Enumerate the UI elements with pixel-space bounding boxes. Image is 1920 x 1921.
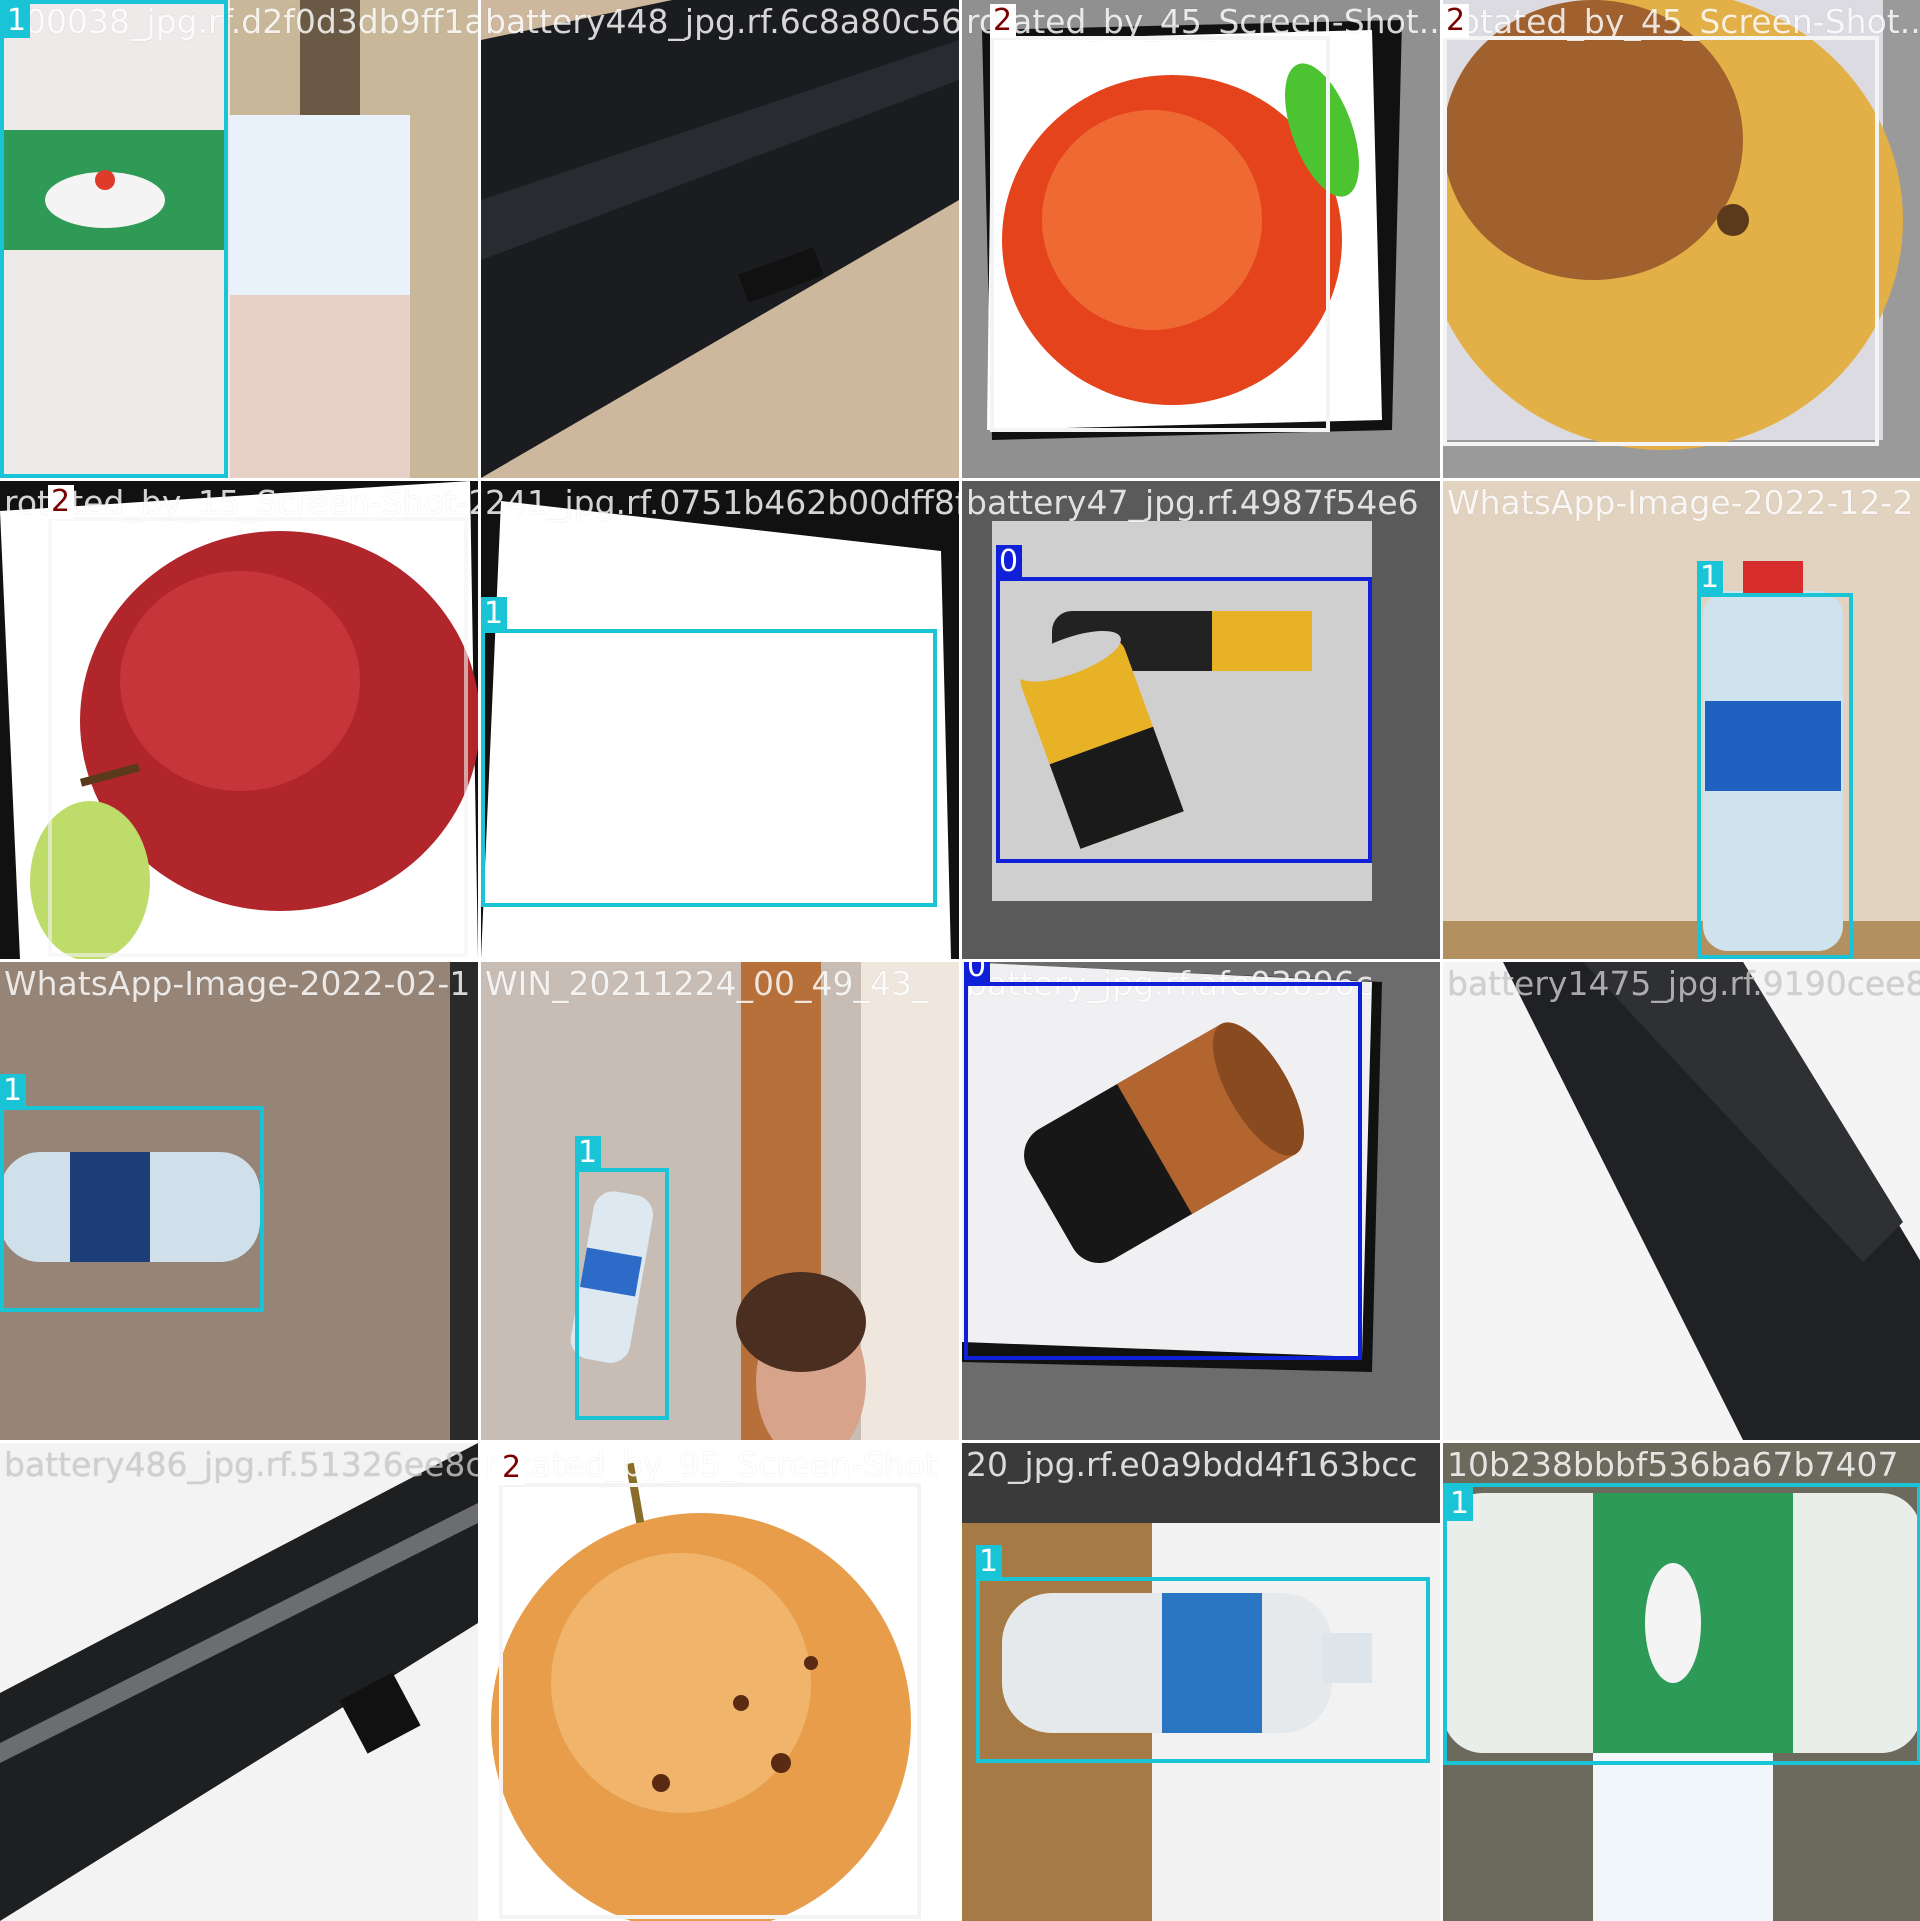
tile-12: battery1475_jpg.rf.9190cee82 [1443,962,1920,1440]
bbox: 2 [990,4,1330,432]
tile-filename: battery486_jpg.rf.51326ee8c [4,1445,478,1484]
bbox-class-label: 0 [996,545,1022,579]
grid-divider [0,478,1920,481]
tile-11: battery_jpg.rf.afe03896c 0 [962,962,1440,1440]
bbox-class-label: 1 [4,4,30,38]
bbox-class-label: 1 [976,1545,1002,1579]
bbox-class-label: 1 [575,1136,601,1170]
tile-13: battery486_jpg.rf.51326ee8c [0,1443,478,1921]
tile-10: WIN_20211224_00_49_43_ 1 [481,962,959,1440]
bbox-class-label: 0 [964,962,990,984]
tile-9: WhatsApp-Image-2022-02-1 1 [0,962,478,1440]
tile-8: WhatsApp-Image-2022-12-2 1 [1443,481,1920,959]
bbox: 1 [1443,1483,1920,1765]
tile-image-battery-diagonal [0,1443,478,1921]
bbox: 1 [0,0,228,478]
bbox-class-label: 2 [1443,4,1469,38]
bbox-class-label: 1 [481,597,507,631]
tile-image-laptop-battery [481,0,959,478]
tile-filename: 10b238bbbf536ba67b7407 [1447,1445,1899,1484]
tile-5: rotated_by_15_Screen-Shot-2018-06-08 2 [0,481,478,959]
tile-2: battery448_jpg.rf.6c8a80c56b... [481,0,959,478]
bbox-class-label: 1 [1447,1487,1473,1521]
bbox: 2 [499,1451,921,1919]
tile-7: battery47_jpg.rf.4987f54e6 0 [962,481,1440,959]
tile-16: 10b238bbbf536ba67b7407 1 [1443,1443,1920,1921]
bbox: 2 [1443,4,1879,446]
bbox: 1 [1697,561,1853,959]
bbox-class-label: 1 [1697,561,1723,595]
tile-image-person-with-bottle [481,962,959,1440]
bbox-class-label: 2 [499,1451,525,1485]
tile-6: 241_jpg.rf.0751b462b00dff8f2 1 [481,481,959,959]
bbox: 1 [575,1136,669,1420]
bbox-class-label: 1 [0,1074,26,1108]
tile-4: rotated_by_45_Screen-Shot... 2 [1443,0,1920,478]
tile-filename: WIN_20211224_00_49_43_ [485,964,929,1003]
grid-divider [0,1440,1920,1443]
tile-filename: rotated_by_95_Screen-Shot [485,1445,938,1484]
bbox: 1 [0,1074,264,1312]
bbox: 0 [996,545,1372,863]
tile-14: rotated_by_95_Screen-Shot 2 [481,1443,959,1921]
tile-15: 20_jpg.rf.e0a9bdd4f163bcc 1 [962,1443,1440,1921]
bbox: 1 [481,597,937,907]
tile-filename: WhatsApp-Image-2022-12-2 [1447,483,1914,522]
tile-1: 100038_jpg.rf.d2f0d3db9ff1a 1 [0,0,478,478]
bbox: 1 [976,1545,1430,1763]
tile-image-battery-closeup [1443,962,1920,1440]
tile-filename: battery47_jpg.rf.4987f54e6 [966,483,1419,522]
bbox: 2 [48,485,468,957]
grid-divider [0,959,1920,962]
tile-filename: 241_jpg.rf.0751b462b00dff8f2 [485,483,959,522]
bbox-class-label: 2 [990,4,1016,38]
mosaic-grid: 100038_jpg.rf.d2f0d3db9ff1a 1 battery448… [0,0,1920,1921]
tile-3: rotated_by_45_Screen-Shot... 2 [962,0,1440,478]
tile-filename: WhatsApp-Image-2022-02-1 [4,964,471,1003]
bbox: 0 [964,962,1362,1360]
tile-filename: 20_jpg.rf.e0a9bdd4f163bcc [966,1445,1418,1484]
tile-filename: battery448_jpg.rf.6c8a80c56b... [485,2,959,41]
bbox-class-label: 2 [48,485,74,519]
tile-filename: battery1475_jpg.rf.9190cee82 [1447,964,1920,1003]
